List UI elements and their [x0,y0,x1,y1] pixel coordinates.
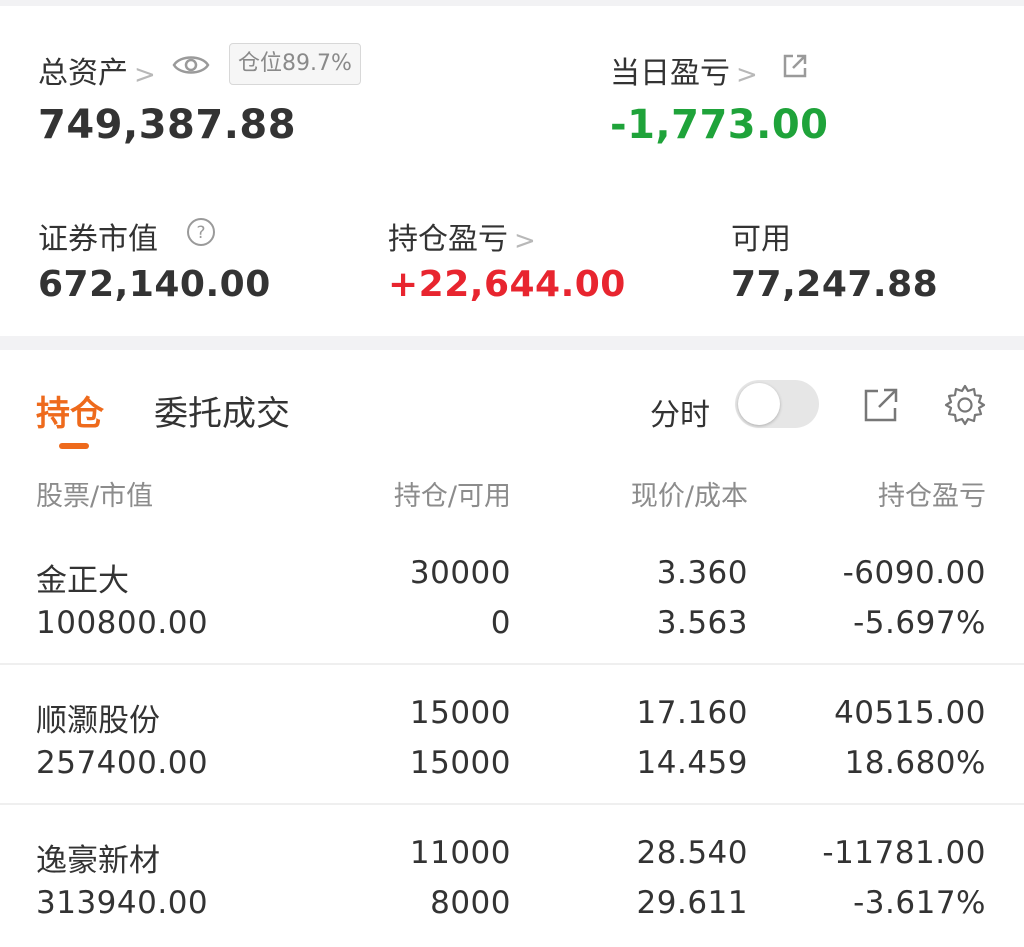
intraday-label: 分时 [650,398,710,433]
holding-pl-percent: 18.680% [844,745,986,781]
tab-orders-trades[interactable]: 委托成交 [154,386,290,435]
chevron-right-icon: > [514,226,536,256]
holdings-panel: 持仓 委托成交 分时 股票/市值 持仓/可用 现价/成本 持仓盈亏 金正大 10… [0,350,1024,947]
available-label: 可用 [731,222,791,257]
position-quantity: 11000 [409,835,511,871]
current-price: 17.160 [636,695,748,731]
external-link-icon[interactable] [781,52,809,80]
column-header-pl: 持仓盈亏 [878,481,986,512]
stock-market-value: 257400.00 [36,745,209,781]
cost-price: 29.611 [636,885,748,921]
svg-text:?: ? [196,223,205,243]
daily-pl-header[interactable]: 当日盈亏 > [610,48,758,92]
holding-row[interactable]: 逸豪新材 313940.00 11000 8000 28.540 29.611 … [0,803,1024,943]
daily-pl-value: -1,773.00 [610,102,829,148]
holding-row[interactable]: 顺灏股份 257400.00 15000 15000 17.160 14.459… [0,663,1024,803]
market-value-value: 672,140.00 [38,264,271,305]
current-price: 3.360 [656,555,748,591]
total-assets-header[interactable]: 总资产 > [38,48,156,92]
account-summary-card: 总资产 > 仓位89.7% 749,387.88 当日盈亏 > -1,773.00 … [0,6,1024,336]
holding-pl-amount: -11781.00 [822,835,986,871]
holding-pl-amount: 40515.00 [834,695,986,731]
intraday-toggle[interactable] [735,380,819,428]
current-price: 28.540 [636,835,748,871]
share-icon[interactable] [863,387,899,423]
holding-pl-value: +22,644.00 [388,264,626,305]
chevron-right-icon: > [134,60,156,90]
position-quantity: 30000 [409,555,511,591]
holding-row[interactable]: 金正大 100800.00 30000 0 3.360 3.563 -6090.… [0,523,1024,663]
available-quantity: 8000 [430,885,511,921]
tab-holdings[interactable]: 持仓 [36,386,104,435]
holding-pl-header[interactable]: 持仓盈亏 > [388,214,536,258]
available-value: 77,247.88 [731,264,939,305]
toggle-knob [738,383,780,425]
active-tab-indicator [59,443,89,449]
eye-icon[interactable] [172,52,210,78]
total-assets-value: 749,387.88 [38,102,297,148]
stock-name: 逸豪新材 [36,843,160,879]
column-header-position: 持仓/可用 [393,481,511,512]
daily-pl-label: 当日盈亏 [610,56,730,91]
stock-market-value: 313940.00 [36,885,209,921]
holding-pl-percent: -3.617% [853,885,986,921]
help-icon[interactable]: ? [186,217,216,247]
holding-pl-percent: -5.697% [853,605,986,641]
chevron-right-icon: > [736,60,758,90]
stock-market-value: 100800.00 [36,605,209,641]
stock-name: 金正大 [36,563,129,599]
holding-pl-label: 持仓盈亏 [388,222,508,257]
column-header-price: 现价/成本 [630,481,748,512]
settings-gear-icon[interactable] [943,383,987,427]
column-header-stock: 股票/市值 [36,481,154,512]
holding-pl-amount: -6090.00 [842,555,986,591]
available-quantity: 15000 [409,745,511,781]
cost-price: 14.459 [636,745,748,781]
position-quantity: 15000 [409,695,511,731]
position-ratio-badge: 仓位89.7% [229,43,361,85]
stock-name: 顺灏股份 [36,703,160,739]
available-quantity: 0 [490,605,511,641]
row-divider [0,663,1024,665]
cost-price: 3.563 [656,605,748,641]
total-assets-label: 总资产 [38,56,128,91]
market-value-label: 证券市值 [38,222,158,257]
row-divider [0,803,1024,805]
